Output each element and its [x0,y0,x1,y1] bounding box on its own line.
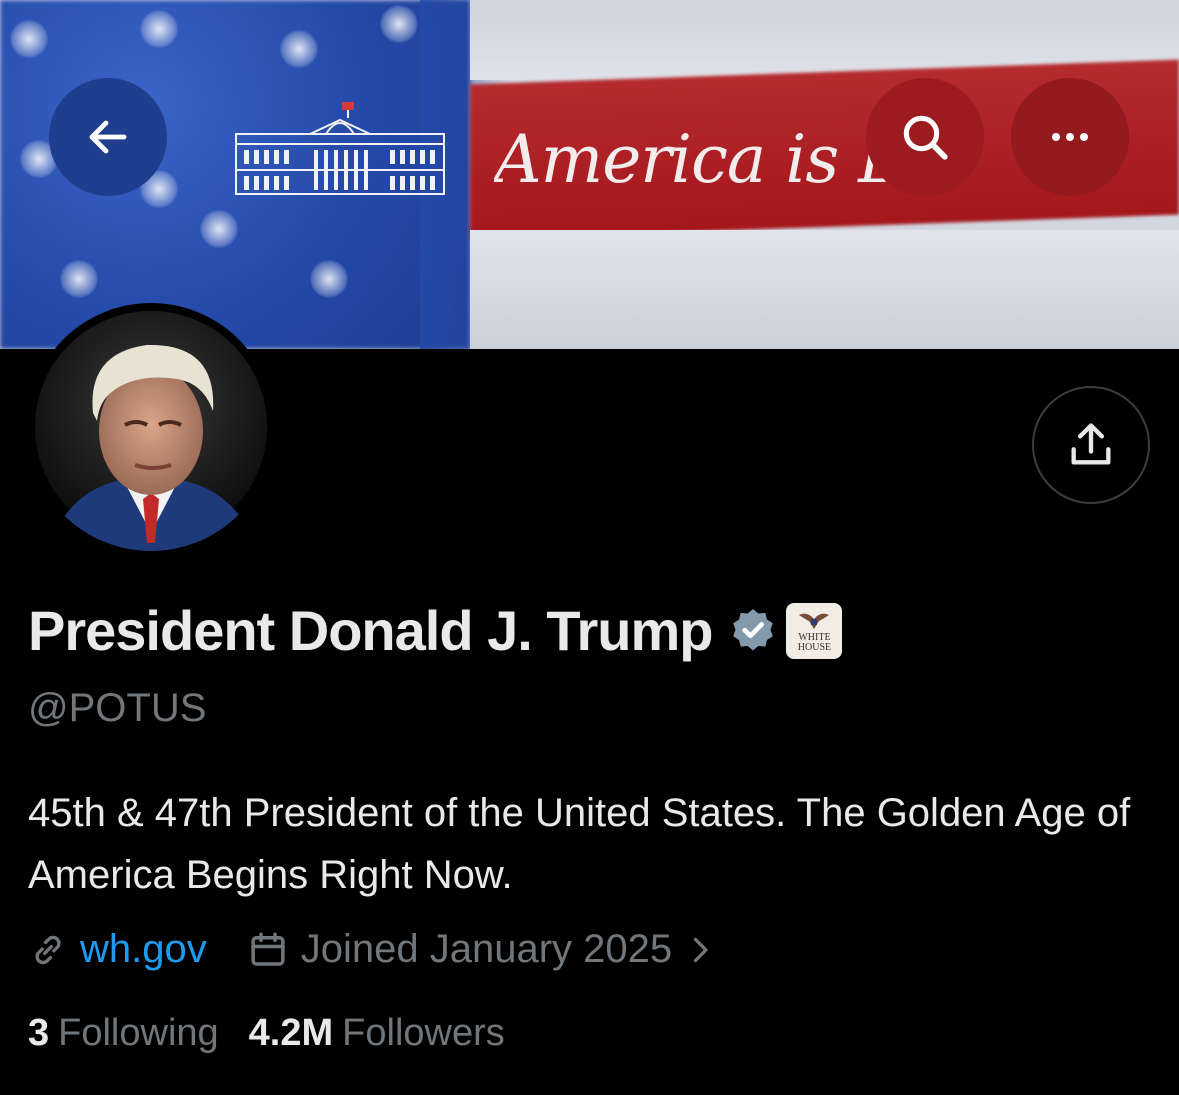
name-row: President Donald J. Trump WHITE HOUSE [28,598,843,663]
following-count: 3 [28,1012,50,1054]
affiliation-badge[interactable]: WHITE HOUSE [786,602,843,659]
follow-stats: 3 Following 4.2M Followers [28,1012,505,1055]
following-link[interactable]: 3 Following [28,1012,219,1055]
back-button[interactable] [49,78,167,196]
calendar-icon [251,932,285,966]
affiliation-label-line1: WHITE [798,631,831,643]
banner-star [200,210,238,248]
followers-link[interactable]: 4.2M Followers [249,1012,505,1055]
profile-banner[interactable]: America is BAC [0,0,1179,349]
search-button[interactable] [866,78,984,196]
white-house-logo [235,102,445,195]
banner-star [280,30,318,68]
avatar-portrait [35,311,267,551]
eagle-icon [799,613,830,629]
banner-star [10,20,48,58]
banner-star [380,5,418,43]
more-options-button[interactable] [1011,78,1129,196]
link-icon [35,935,61,964]
profile-bio: 45th & 47th President of the United Stat… [28,791,1131,897]
chevron-right-icon[interactable] [682,932,718,968]
share-upload-icon [1071,423,1111,465]
website-link[interactable]: wh.gov [80,927,207,972]
share-button[interactable] [1032,386,1150,504]
banner-star [310,260,348,298]
followers-label: Followers [342,1012,505,1054]
verified-badge-icon[interactable] [728,606,778,656]
profile-avatar[interactable] [27,303,275,551]
profile-meta: wh.gov Joined January 2025 [28,927,718,972]
arrow-left-icon [89,120,127,154]
search-icon [903,115,948,160]
banner-stripe [470,230,1179,349]
display-name: President Donald J. Trump [28,599,713,662]
followers-count: 4.2M [248,1012,334,1054]
username-handle: @POTUS [28,686,207,730]
banner-slogan: America is BAC [494,121,889,198]
banner-star [140,10,178,48]
affiliation-label-line2: HOUSE [797,641,832,653]
following-label: Following [58,1012,219,1054]
more-horizontal-icon [1052,133,1088,141]
joined-date[interactable]: Joined January 2025 [301,927,672,972]
banner-star [60,260,98,298]
